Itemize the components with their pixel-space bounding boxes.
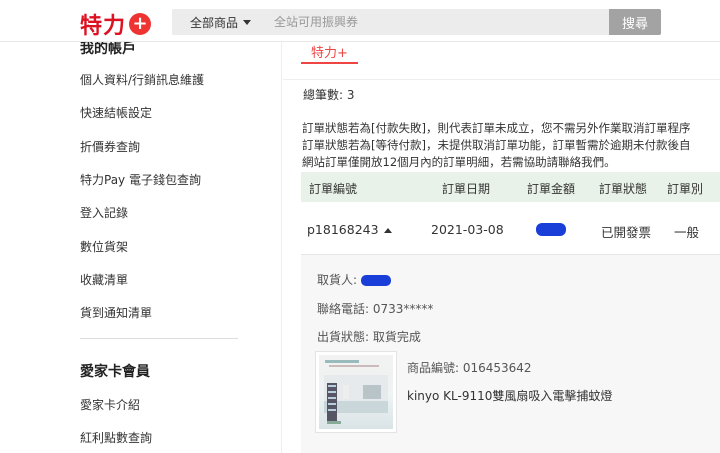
sidebar-item-digital-shelf[interactable]: 數位貨架 (80, 238, 128, 255)
product-image (319, 355, 393, 429)
search-bar: 全部商品 搜尋 (172, 9, 661, 35)
category-label: 全部商品 (190, 16, 239, 30)
search-button[interactable]: 搜尋 (609, 9, 661, 35)
sidebar-item-favorites[interactable]: 收藏清單 (80, 271, 128, 288)
product-thumbnail[interactable] (315, 351, 397, 433)
sidebar-section-title-member: 愛家卡會員 (80, 364, 150, 380)
col-order-amount: 訂單金額 (527, 182, 576, 196)
sidebar-item-coupons[interactable]: 折價券查詢 (80, 138, 140, 155)
order-type: 一般 (674, 225, 700, 240)
notice-line-2: 訂單狀態若為[等待付款]，未提供取消訂單功能，訂單暫需於逾期未付款後自 (302, 138, 691, 152)
order-id: p18168243 (307, 222, 379, 237)
redacted-amount (536, 223, 566, 236)
sidebar: 我的帳戶 個人資料/行銷訊息維護 快速結帳設定 折價券查詢 特力Pay 電子錢包… (0, 0, 282, 453)
category-select[interactable]: 全部商品 (190, 14, 252, 31)
order-id-toggle[interactable]: p18168243 (307, 222, 392, 237)
sidebar-item-login-record[interactable]: 登入記錄 (80, 204, 128, 221)
shipping-status: 出貨狀態: 取貨完成 (317, 330, 421, 344)
main-content: 特力+ 總筆數: 3 訂單狀態若為[付款失敗]，則代表訂單未成立，您不需另外作業… (283, 42, 720, 453)
order-date: 2021-03-08 (431, 222, 504, 237)
logo-plus-icon: + (129, 13, 152, 35)
total-count: 總筆數: 3 (303, 88, 355, 102)
sidebar-item-profile[interactable]: 個人資料/行銷訊息維護 (80, 71, 204, 88)
consignee-row: 取貨人: (317, 271, 391, 288)
product-code: 商品編號: 016453642 (407, 361, 532, 375)
order-status: 已開發票 (601, 225, 652, 240)
consignee-label: 取貨人: (317, 273, 358, 287)
top-header: 特力 + 全部商品 搜尋 (0, 0, 720, 42)
contact-phone: 聯絡電話: 0733***** (317, 302, 434, 316)
tab-bar: 特力+ (301, 42, 358, 66)
chevron-down-icon (243, 20, 252, 25)
tab-tlplus[interactable]: 特力+ (301, 42, 358, 64)
sidebar-item-points[interactable]: 紅利點數查詢 (80, 429, 152, 446)
product-name[interactable]: kinyo KL-9110雙風扇吸入電擊捕蚊燈 (407, 387, 612, 404)
order-detail-panel: 取貨人: 聯絡電話: 0733***** 出貨狀態: 取貨完成 商品編號: 01… (301, 254, 720, 453)
col-order-id: 訂單編號 (309, 182, 358, 196)
search-input[interactable] (274, 12, 574, 32)
col-order-status: 訂單狀態 (599, 182, 648, 196)
col-order-type: 訂單別 (667, 182, 704, 196)
notice-line-1: 訂單狀態若為[付款失敗]，則代表訂單未成立，您不需另外作業取消訂單程序 (302, 121, 691, 135)
sidebar-item-card-intro[interactable]: 愛家卡介紹 (80, 396, 140, 413)
tab-divider (283, 79, 720, 80)
col-order-date: 訂單日期 (442, 182, 491, 196)
site-logo[interactable]: 特力 + (80, 8, 152, 40)
sidebar-item-restock-notify[interactable]: 貨到通知清單 (80, 304, 152, 321)
sidebar-divider (80, 338, 238, 339)
order-table-header: 訂單編號 訂單日期 訂單金額 訂單狀態 訂單別 (301, 172, 720, 202)
chevron-up-icon (383, 228, 392, 233)
redacted-consignee (360, 275, 391, 286)
logo-text: 特力 (80, 14, 127, 39)
sidebar-item-wallet[interactable]: 特力Pay 電子錢包查詢 (80, 171, 201, 188)
notice-line-3: 網站訂單僅開放12個月內的訂單明細，若需協助請聯絡我們。 (302, 155, 616, 169)
sidebar-item-quick-checkout[interactable]: 快速結帳設定 (80, 104, 152, 121)
table-row: p18168243 2021-03-08 已開發票 一般 (301, 214, 720, 246)
order-notice: 訂單狀態若為[付款失敗]，則代表訂單未成立，您不需另外作業取消訂單程序 訂單狀態… (302, 120, 720, 171)
